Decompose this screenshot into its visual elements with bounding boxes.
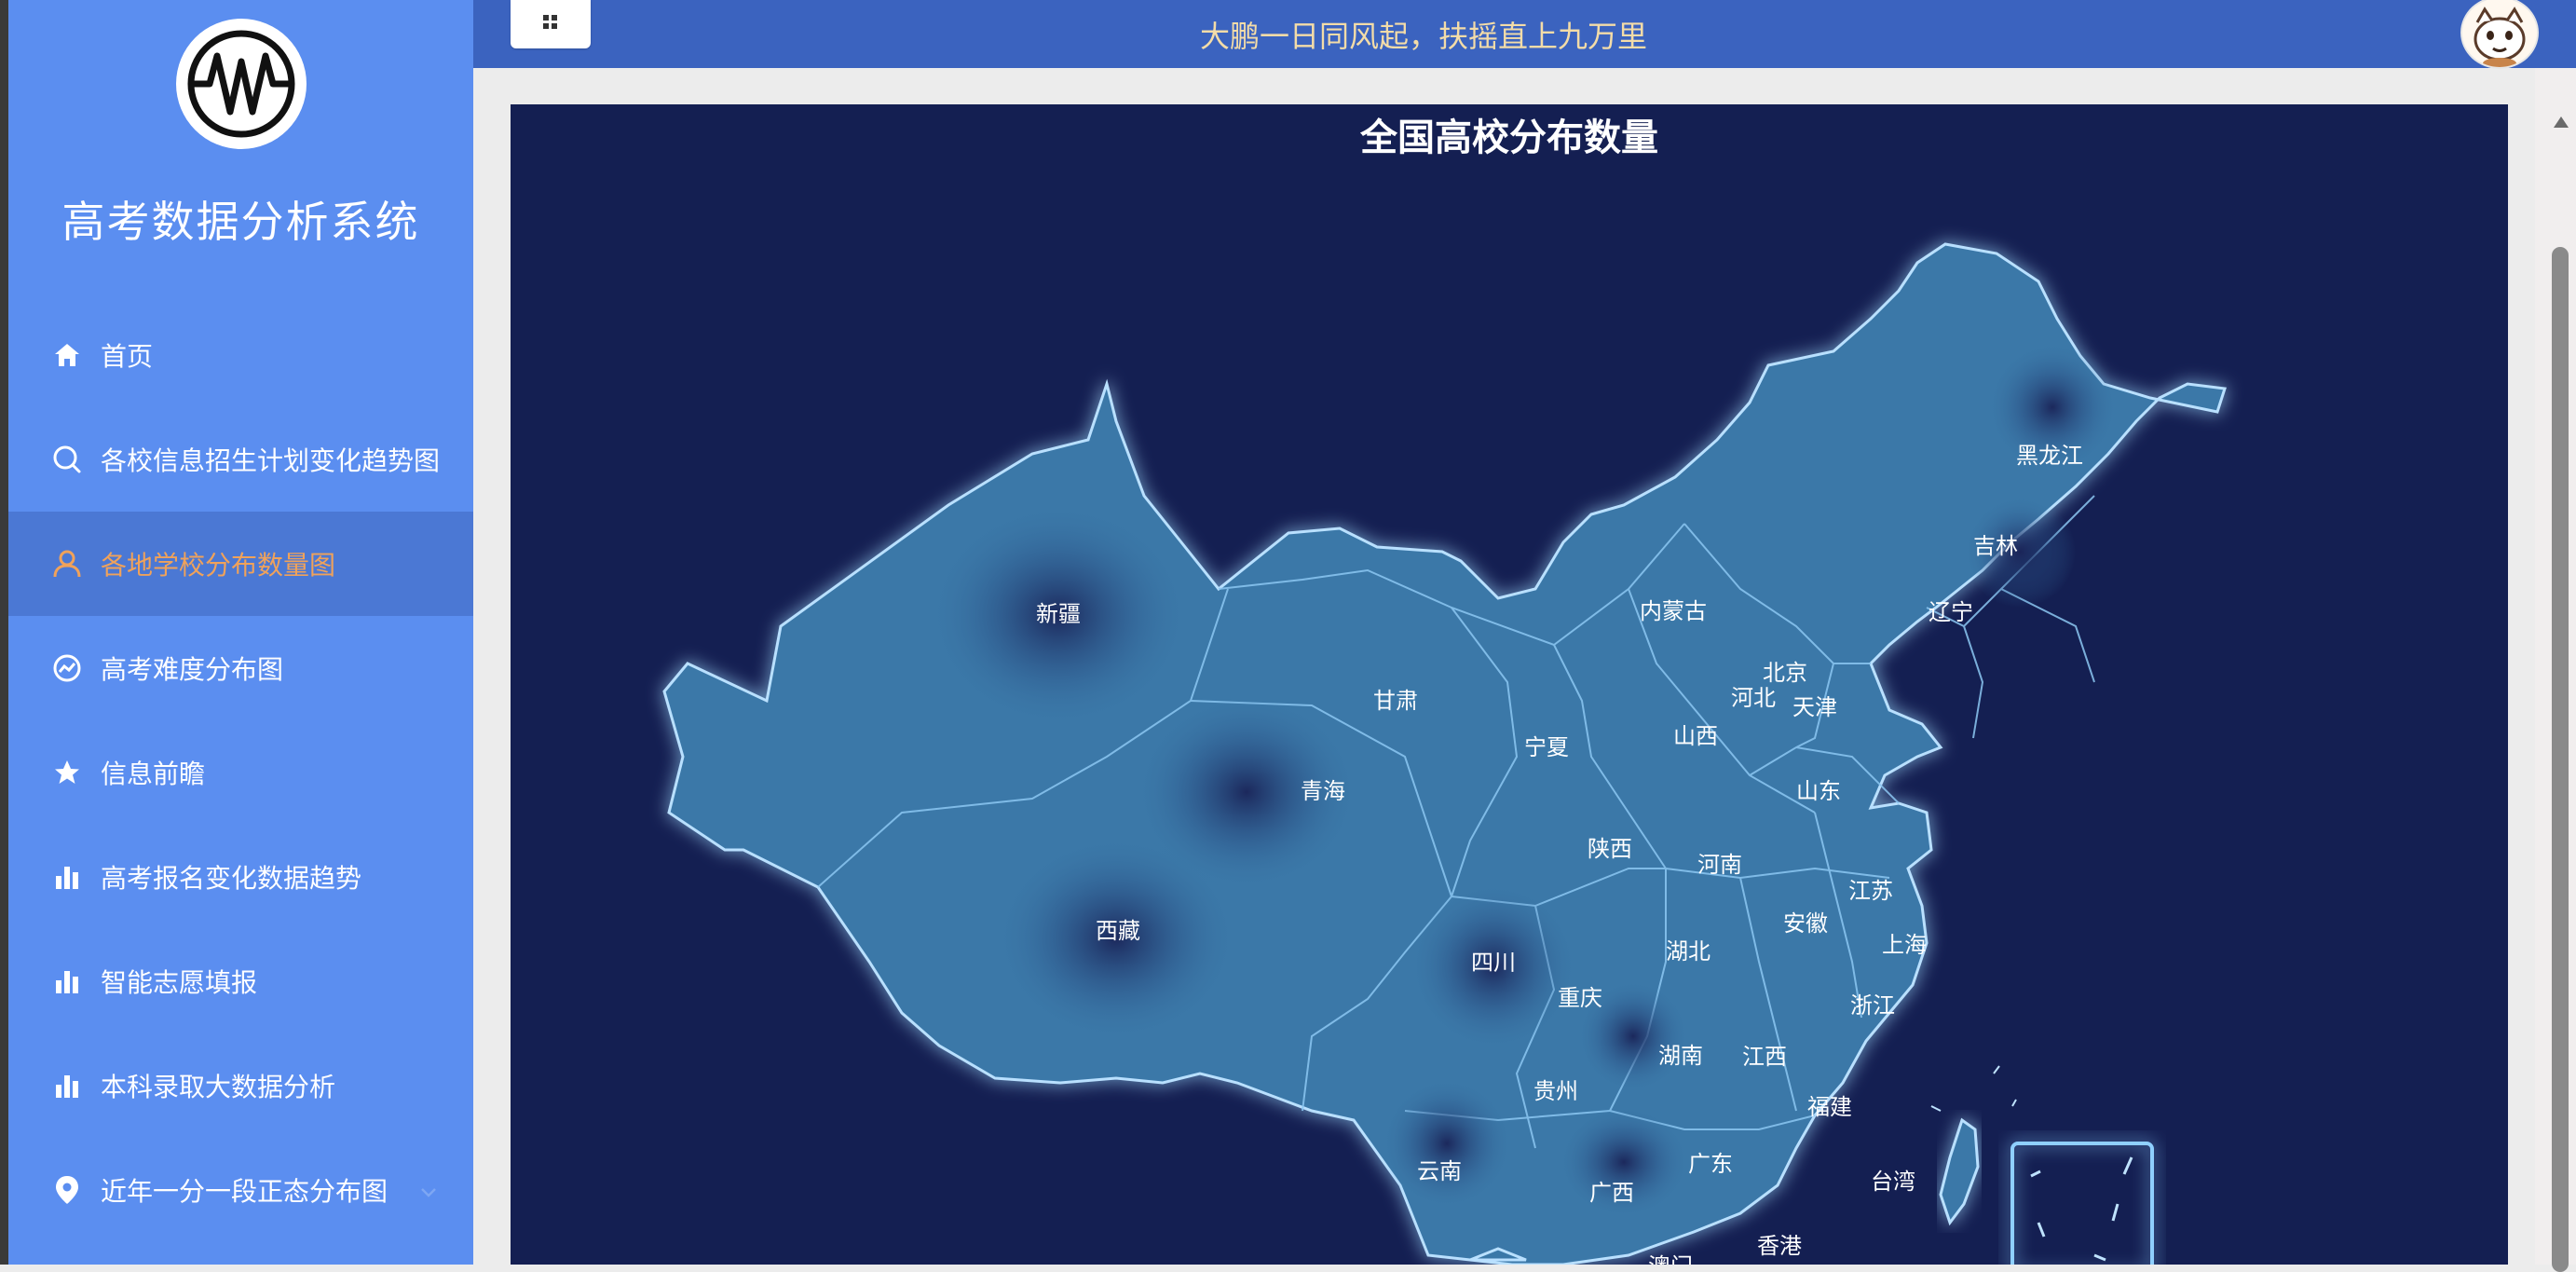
location-pin-icon [50, 1173, 84, 1207]
star-icon [50, 756, 84, 789]
chevron-down-icon[interactable] [417, 1179, 440, 1201]
sidebar-nav: 首页 各校信息招生计划变化趋势图 各地学校分布数量图 高考难度分布图 信息前瞻 [8, 303, 473, 1242]
top-header: 大鹏一日同风起，扶摇直上九万里 [473, 0, 2576, 69]
bar-chart-icon [50, 964, 84, 998]
user-avatar[interactable] [2460, 0, 2539, 69]
gauge-icon [50, 651, 84, 685]
sidebar: 高考数据分析系统 首页 各校信息招生计划变化趋势图 各地学校分布数量图 高考难度… [8, 0, 473, 1265]
province-label-guangdong[interactable]: 广东 [1688, 1151, 1733, 1177]
scrollbar-thumb[interactable] [2552, 247, 2569, 1272]
vertical-scrollbar[interactable] [2550, 107, 2572, 1272]
app-title: 高考数据分析系统 [61, 197, 420, 247]
province-label-henan[interactable]: 河南 [1697, 852, 1742, 878]
province-label-ningxia[interactable]: 宁夏 [1524, 734, 1569, 760]
sidebar-item-label: 智能志愿填报 [101, 967, 258, 998]
sidebar-item-outlook[interactable]: 信息前瞻 [8, 720, 473, 825]
coastal-islands [1930, 1065, 2017, 1112]
province-label-heilongjiang[interactable]: 黑龙江 [2016, 443, 2083, 469]
province-label-anhui[interactable]: 安徽 [1783, 910, 1828, 937]
province-label-chongqing[interactable]: 重庆 [1558, 985, 1602, 1011]
province-label-jilin[interactable]: 吉林 [1973, 533, 2018, 559]
header-slogan: 大鹏一日同风起，扶摇直上九万里 [1199, 19, 1647, 54]
province-label-xizang[interactable]: 西藏 [1096, 918, 1140, 944]
search-icon [50, 443, 84, 476]
china-map-panel: 新疆 西藏 青海 甘肃 内蒙古 黑龙江 吉林 辽宁 北京 天津 河北 山西 宁夏… [511, 104, 2508, 1265]
province-label-beijing[interactable]: 北京 [1763, 660, 1807, 686]
province-label-jiangxi[interactable]: 江西 [1742, 1044, 1787, 1070]
sidebar-item-school-distribution[interactable]: 各地学校分布数量图 [8, 512, 473, 616]
sidebar-item-smart-application[interactable]: 智能志愿填报 [8, 929, 473, 1033]
nine-dash-line [2030, 1156, 2133, 1262]
sidebar-item-admission-analysis[interactable]: 本科录取大数据分析 [8, 1033, 473, 1138]
grid-icon [541, 13, 560, 35]
province-label-sichuan[interactable]: 四川 [1471, 950, 1516, 976]
home-icon [50, 338, 84, 372]
sidebar-item-home[interactable]: 首页 [8, 303, 473, 407]
sidebar-item-label: 信息前瞻 [101, 759, 206, 789]
province-label-hunan[interactable]: 湖南 [1658, 1043, 1703, 1069]
sidebar-item-label: 高考难度分布图 [101, 654, 284, 685]
province-label-shaanxi[interactable]: 陕西 [1588, 836, 1632, 862]
app-logo [176, 19, 307, 149]
province-label-shandong[interactable]: 山东 [1796, 778, 1841, 804]
sidebar-item-registration-trend[interactable]: 高考报名变化数据趋势 [8, 825, 473, 929]
province-label-guangxi[interactable]: 广西 [1589, 1180, 1634, 1206]
sidebar-item-label: 各校信息招生计划变化趋势图 [101, 445, 441, 476]
province-label-neimenggu[interactable]: 内蒙古 [1640, 598, 1707, 624]
province-label-zhejiang[interactable]: 浙江 [1850, 992, 1895, 1019]
province-label-hebei[interactable]: 河北 [1731, 685, 1776, 711]
sidebar-item-score-distribution[interactable]: 近年一分一段正态分布图 [8, 1138, 473, 1242]
province-label-yunnan[interactable]: 云南 [1417, 1158, 1462, 1184]
province-label-shanghai[interactable]: 上海 [1882, 932, 1927, 958]
sidebar-item-label: 高考报名变化数据趋势 [101, 863, 362, 894]
china-map: 新疆 西藏 青海 甘肃 内蒙古 黑龙江 吉林 辽宁 北京 天津 河北 山西 宁夏… [662, 242, 2227, 1265]
province-label-hongkong[interactable]: 香港 [1757, 1233, 1802, 1259]
bar-chart-icon [50, 860, 84, 894]
province-label-macau[interactable]: 澳门 [1648, 1253, 1693, 1265]
sidebar-item-label: 近年一分一段正态分布图 [101, 1176, 388, 1207]
province-label-fujian[interactable]: 福建 [1807, 1094, 1852, 1120]
province-label-taiwan[interactable]: 台湾 [1871, 1169, 1915, 1195]
scroll-up-arrow-icon[interactable] [2554, 116, 2569, 128]
province-label-liaoning[interactable]: 辽宁 [1929, 599, 1973, 625]
province-label-qinghai[interactable]: 青海 [1301, 778, 1345, 804]
province-label-jiangsu[interactable]: 江苏 [1848, 878, 1893, 904]
sidebar-item-difficulty-distribution[interactable]: 高考难度分布图 [8, 616, 473, 720]
province-label-gansu[interactable]: 甘肃 [1373, 688, 1418, 714]
taiwan-region[interactable] [1939, 1117, 1980, 1226]
province-label-hubei[interactable]: 湖北 [1666, 938, 1711, 964]
sidebar-item-label: 各地学校分布数量图 [101, 550, 336, 581]
province-label-shanxi[interactable]: 山西 [1673, 723, 1718, 749]
province-label-tianjin[interactable]: 天津 [1792, 694, 1837, 720]
bar-chart-icon [50, 1069, 84, 1102]
logo-icon [187, 30, 295, 138]
user-icon [50, 547, 84, 581]
avatar-icon [2462, 0, 2537, 67]
province-label-xinjiang[interactable]: 新疆 [1036, 601, 1081, 627]
menu-toggle-button[interactable] [511, 0, 591, 48]
sidebar-item-label: 本科录取大数据分析 [101, 1072, 336, 1102]
window-frame-left [0, 0, 8, 1265]
sidebar-item-enrollment-trend[interactable]: 各校信息招生计划变化趋势图 [8, 407, 473, 512]
sidebar-item-label: 首页 [101, 341, 154, 372]
province-label-guizhou[interactable]: 贵州 [1533, 1078, 1578, 1104]
map-title: 全国高校分布数量 [1360, 116, 1658, 159]
